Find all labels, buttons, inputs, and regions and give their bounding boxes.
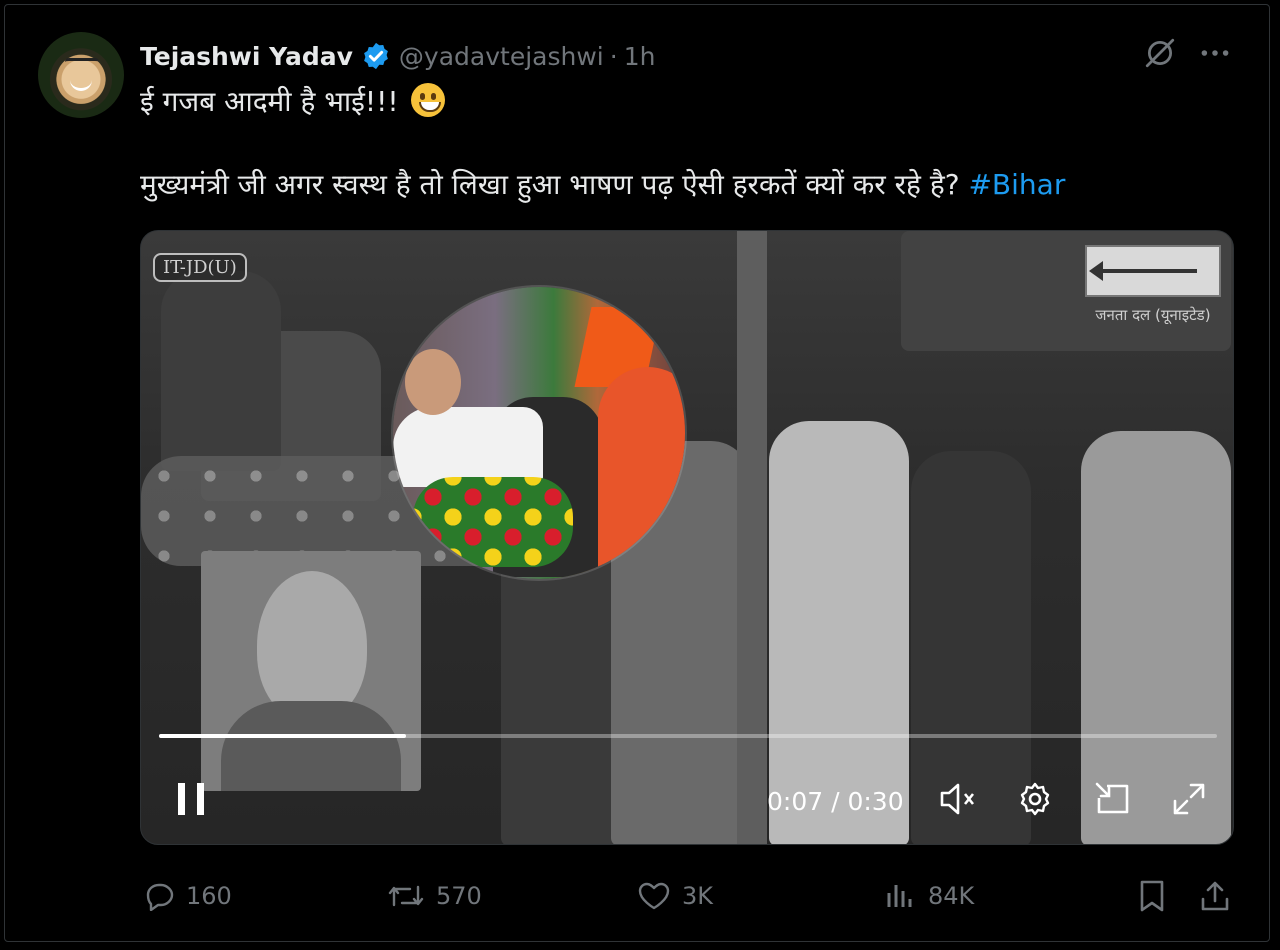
video-portrait-face — [257, 571, 367, 721]
dock-button[interactable] — [1091, 777, 1135, 821]
repost-button[interactable]: 570 — [386, 872, 482, 920]
reply-button[interactable]: 160 — [142, 872, 232, 920]
views-icon — [887, 885, 912, 907]
author-name[interactable]: Tejashwi Yadav — [140, 42, 353, 71]
like-count: 3K — [682, 882, 714, 910]
avatar-glasses — [65, 58, 99, 69]
fullscreen-icon — [1173, 783, 1205, 815]
progress-bar[interactable] — [159, 734, 1217, 738]
inset-man-white — [393, 407, 543, 487]
video-portrait — [201, 551, 421, 791]
separator: · — [609, 41, 618, 71]
progress-fill — [159, 734, 406, 738]
time-display: 0:07 / 0:30 — [767, 786, 904, 816]
volume-muted-icon — [940, 783, 975, 815]
video-portrait-body — [221, 701, 401, 791]
video-player[interactable]: IT-JD(U) जनता दल (यूनाइटेड) 0:07 / 0:30 — [140, 230, 1234, 845]
video-bg-person — [161, 271, 281, 471]
avatar[interactable] — [38, 32, 124, 118]
bookmark-button[interactable] — [1136, 872, 1178, 920]
tweet-text-line2: मुख्यमंत्री जी अगर स्वस्थ है तो लिखा हुआ… — [140, 165, 1065, 205]
pause-button[interactable] — [171, 777, 211, 821]
tweet-text-line1-content: ई गजब आदमी है भाई!!! — [140, 85, 399, 118]
bookmark-icon — [1140, 880, 1164, 912]
channel-watermark: IT-JD(U) — [153, 253, 247, 282]
smiley-emoji-icon — [410, 83, 445, 117]
timestamp[interactable]: 1h — [624, 42, 656, 71]
video-zoom-inset — [393, 287, 685, 579]
settings-icon — [1020, 782, 1050, 816]
video-person-white — [769, 421, 909, 844]
tweet-text-line2-content: मुख्यमंत्री जी अगर स्वस्थ है तो लिखा हुआ… — [140, 168, 960, 201]
video-pole — [737, 231, 767, 844]
pause-icon — [178, 783, 204, 815]
settings-button[interactable] — [1013, 777, 1057, 821]
inset-man-head — [405, 349, 461, 415]
fullscreen-button[interactable] — [1167, 777, 1211, 821]
like-icon — [638, 882, 670, 910]
more-icon[interactable] — [1198, 36, 1232, 70]
author-handle[interactable]: @yadavtejashwi — [399, 42, 604, 71]
repost-icon — [388, 885, 424, 907]
hashtag-link[interactable]: #Bihar — [968, 168, 1065, 201]
avatar-smile — [70, 78, 92, 91]
share-icon — [1201, 881, 1229, 911]
exit-dock-icon — [1095, 782, 1129, 814]
views-button[interactable]: 84K — [884, 872, 974, 920]
inset-woman — [598, 367, 685, 579]
tweet-header: Tejashwi Yadav @yadavtejashwi · 1h — [140, 36, 655, 76]
inset-garland — [413, 477, 573, 567]
party-logo — [1085, 245, 1221, 297]
party-logo-caption: जनता दल (यूनाइटेड) — [1095, 306, 1211, 324]
views-count: 84K — [928, 882, 975, 910]
tweet-text-line1: ई गजब आदमी है भाई!!! — [140, 82, 445, 122]
share-button[interactable] — [1198, 872, 1242, 920]
reply-count: 160 — [186, 882, 232, 910]
mute-button[interactable] — [936, 777, 980, 821]
repost-count: 570 — [436, 882, 482, 910]
party-logo-arrow — [1089, 261, 1197, 281]
verified-badge-icon[interactable] — [361, 41, 391, 71]
like-button[interactable]: 3K — [636, 872, 713, 920]
reply-icon — [146, 883, 174, 911]
grok-icon[interactable] — [1143, 36, 1177, 70]
